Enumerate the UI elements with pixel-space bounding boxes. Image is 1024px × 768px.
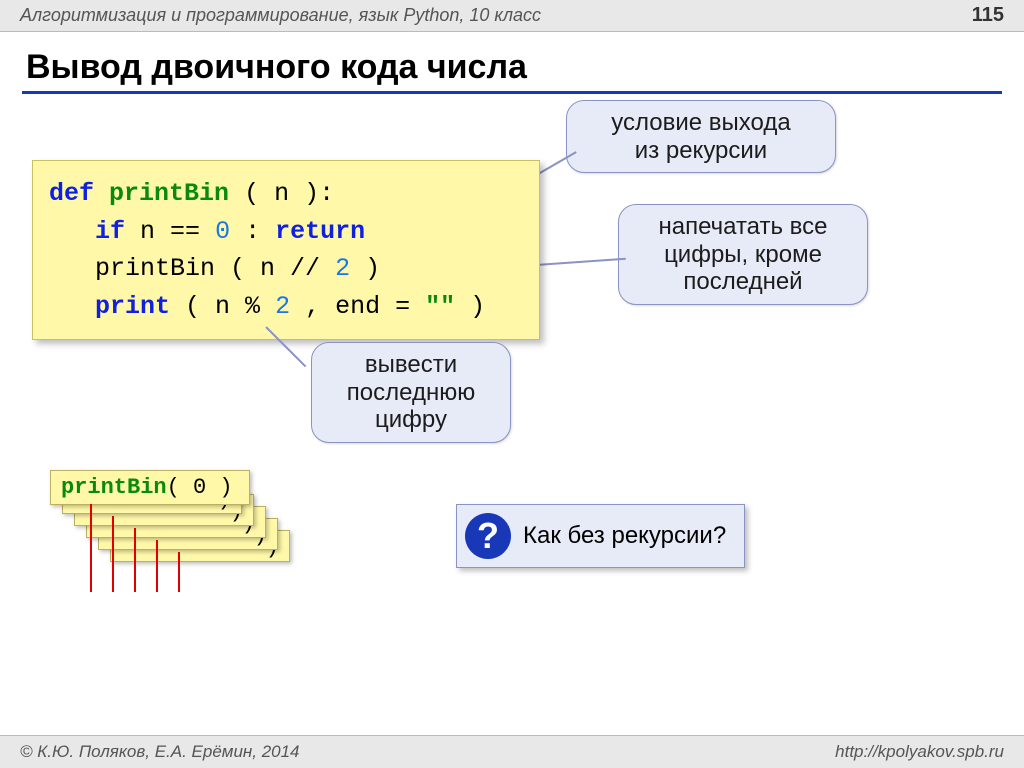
code-block: def printBin ( n ): if n == 0 : return p… [32, 160, 540, 340]
red-marker [156, 540, 158, 592]
code-text: ( 0 ) [167, 475, 233, 500]
code-line: print ( n % 2 , end = "" ) [49, 288, 523, 326]
keyword-def: def [49, 179, 94, 208]
stack-card-top: printBin( 0 ) [50, 470, 250, 505]
callout-line: последнюю [332, 379, 490, 407]
red-marker [178, 552, 180, 592]
function-name: printBin [109, 179, 229, 208]
red-marker [134, 528, 136, 592]
code-line: printBin ( n // 2 ) [49, 250, 523, 288]
keyword-print: print [95, 292, 170, 321]
callout-line: цифру [332, 406, 490, 434]
function-name: printBin [61, 475, 167, 500]
code-text: printBin ( n // [95, 254, 320, 283]
keyword-if: if [95, 217, 125, 246]
callout-line: вывести [332, 351, 490, 379]
footer-url: http://kpolyakov.spb.ru [835, 742, 1004, 762]
content-area: условие выхода из рекурсии напечатать вс… [26, 94, 998, 714]
code-line: if n == 0 : return [49, 213, 523, 251]
question-box: ? Как без рекурсии? [456, 504, 745, 568]
code-text: , end = [305, 292, 410, 321]
subject-text: Алгоритмизация и программирование, язык … [20, 5, 541, 26]
code-text: ) [365, 254, 380, 283]
callout-line: напечатать все [639, 213, 847, 241]
keyword-return: return [275, 217, 365, 246]
code-text: n == [140, 217, 200, 246]
code-text: ( n % [185, 292, 260, 321]
callout-print-last-digit: вывести последнюю цифру [311, 342, 511, 443]
red-marker [112, 516, 114, 592]
code-text: ( n ): [244, 179, 334, 208]
connector-line [536, 258, 626, 266]
copyright-text: © К.Ю. Поляков, Е.А. Ерёмин, 2014 [20, 742, 300, 762]
question-text: Как без рекурсии? [523, 522, 726, 550]
recursion-stack: ) ) ) ) ) printBin( 0 ) [50, 470, 310, 590]
slide-footer: © К.Ю. Поляков, Е.А. Ерёмин, 2014 http:/… [0, 735, 1024, 768]
page-number: 115 [972, 4, 1004, 27]
callout-line: из рекурсии [587, 137, 815, 165]
callout-print-all-but-last: напечатать все цифры, кроме последней [618, 204, 868, 305]
question-mark-icon: ? [465, 513, 511, 559]
callout-line: цифры, кроме [639, 241, 847, 269]
callout-line: условие выхода [587, 109, 815, 137]
callout-line: последней [639, 268, 847, 296]
slide-title: Вывод двоичного кода числа [26, 48, 998, 87]
red-marker [90, 504, 92, 592]
literal: 2 [275, 292, 290, 321]
literal: 2 [335, 254, 350, 283]
code-line: def printBin ( n ): [49, 175, 523, 213]
slide-header: Алгоритмизация и программирование, язык … [0, 0, 1024, 32]
code-text: : [245, 217, 260, 246]
literal: 0 [215, 217, 230, 246]
string-literal: "" [425, 292, 455, 321]
code-text: ) [470, 292, 485, 321]
callout-exit-condition: условие выхода из рекурсии [566, 100, 836, 173]
